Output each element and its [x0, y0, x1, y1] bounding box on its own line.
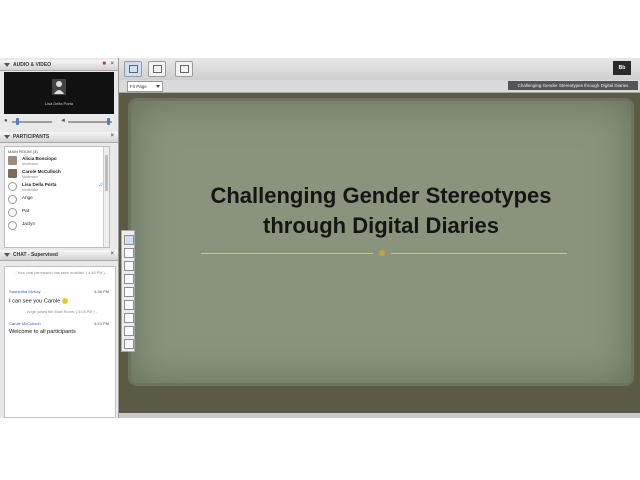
chat-transcript: - Your chat permission has been enabled.…	[4, 266, 116, 418]
collapse-icon[interactable]	[4, 63, 10, 67]
participant-name: Lisa Della Porta	[22, 182, 57, 187]
close-icon[interactable]: ×	[110, 251, 114, 257]
participant-name: Pat	[22, 208, 29, 213]
slide-title: Challenging Gender Stereotypes through D…	[131, 181, 631, 241]
participant-row[interactable]: Carole McCulloch Moderator	[5, 168, 109, 180]
divider-left	[201, 253, 373, 254]
line-tool-icon[interactable]	[124, 326, 134, 336]
scroll-thumb[interactable]	[105, 155, 108, 191]
top-toolbar: ⎊ Bb	[119, 58, 640, 81]
avatar	[8, 221, 17, 230]
ornament-dot	[379, 250, 385, 256]
microphone-icon[interactable]: ●	[4, 118, 8, 124]
chat-time: 4:38 PM	[94, 289, 109, 294]
left-sidebar: AUDIO & VIDEO ■ × Lisa Della Porta ● ◄ P…	[0, 58, 119, 418]
participant-row[interactable]: Alicia Bonciopo Moderator	[5, 155, 109, 167]
participant-role: Moderator	[22, 162, 38, 166]
selection-tool-icon[interactable]	[124, 235, 134, 245]
app-share-tab[interactable]	[148, 61, 166, 77]
participants-title: PARTICIPANTS	[13, 134, 50, 140]
speaker-icon[interactable]: ◄	[60, 118, 66, 124]
collaborate-app: AUDIO & VIDEO ■ × Lisa Della Porta ● ◄ P…	[0, 58, 640, 418]
stage-footer	[119, 413, 640, 418]
chat-sender: Carole McCulloch	[9, 321, 41, 326]
participant-row[interactable]: Lisa Della Porta Moderator ♫	[5, 181, 109, 193]
audio-video-title: AUDIO & VIDEO	[13, 62, 52, 68]
audio-video-header[interactable]: AUDIO & VIDEO ■ ×	[0, 60, 118, 71]
rectangle-tool-icon[interactable]	[124, 300, 134, 310]
divider-right	[391, 253, 567, 254]
participant-role: Moderator	[22, 188, 38, 192]
close-icon[interactable]: ×	[110, 61, 114, 67]
participant-name: Jaclyn	[22, 221, 36, 226]
participants-list: MAIN ROOM (3) Alicia Bonciopo Moderator …	[4, 146, 110, 248]
close-icon[interactable]: ×	[110, 133, 114, 139]
system-message: - Your chat permission has been enabled.…	[14, 271, 108, 275]
avatar	[8, 182, 17, 191]
chevron-down-icon	[156, 85, 160, 88]
slide-title-line1: Challenging Gender Stereotypes	[210, 183, 552, 208]
participant-row[interactable]: Jaclyn	[5, 220, 109, 232]
shapes-tool-icon[interactable]	[124, 287, 134, 297]
participant-row[interactable]: Pat	[5, 207, 109, 219]
avatar	[8, 156, 17, 165]
eraser-tool-icon[interactable]	[124, 339, 134, 349]
collapse-icon[interactable]	[4, 253, 10, 257]
participant-name: Alicia Bonciopo	[22, 156, 57, 161]
participant-name: Carole McCulloch	[22, 169, 61, 174]
speaker-volume-slider[interactable]	[68, 121, 112, 123]
fit-page-dropdown[interactable]: Fit Page	[127, 81, 163, 92]
presentation-slide: Challenging Gender Stereotypes through D…	[131, 101, 631, 383]
chat-time: 4:43 PM	[94, 321, 109, 326]
volume-controls: ● ◄	[4, 118, 114, 126]
chat-header[interactable]: CHAT - Supervised ×	[0, 250, 118, 261]
mic-volume-knob[interactable]	[16, 118, 19, 125]
pencil-tool-icon[interactable]	[124, 261, 134, 271]
participants-header[interactable]: PARTICIPANTS ×	[0, 132, 118, 143]
clipart-tool-icon[interactable]	[124, 313, 134, 323]
presenter-name: Lisa Della Porta	[44, 101, 74, 106]
web-tour-tab[interactable]	[175, 61, 193, 77]
fit-page-label: Fit Page	[130, 84, 147, 89]
document-name: Challenging Gender Stereotypes through D…	[508, 81, 638, 90]
room-label: MAIN ROOM (3)	[8, 149, 38, 154]
participant-name: Ange	[22, 195, 33, 200]
text-tool-icon[interactable]	[124, 274, 134, 284]
person-icon	[52, 79, 66, 95]
whiteboard-tab[interactable]	[124, 61, 142, 77]
drawing-tools	[121, 230, 135, 352]
smiley-icon	[62, 298, 69, 304]
avatar	[8, 208, 17, 217]
options-icon[interactable]: ■	[102, 61, 106, 67]
participant-role: Moderator	[22, 175, 38, 179]
zoom-tool-icon[interactable]	[124, 248, 134, 258]
whiteboard-icon	[129, 65, 138, 73]
app-share-icon	[153, 65, 162, 73]
participants-scrollbar[interactable]	[103, 147, 109, 247]
video-preview: Lisa Della Porta	[4, 72, 114, 114]
chat-sender: Samantha McKay	[9, 289, 41, 294]
avatar	[8, 195, 17, 204]
chat-message-text: Welcome to all participants	[9, 329, 76, 335]
web-tour-icon	[180, 65, 189, 73]
chat-message: I can see you Carole	[9, 298, 69, 305]
blackboard-logo: Bb	[613, 61, 631, 75]
speaker-volume-knob[interactable]	[107, 118, 110, 125]
slide-title-line2: through Digital Diaries	[263, 213, 499, 238]
whiteboard-stage: Challenging Gender Stereotypes through D…	[119, 93, 640, 418]
chat-message-text: I can see you Carole	[9, 298, 61, 305]
participant-row[interactable]: Ange	[5, 194, 109, 206]
collapse-icon[interactable]	[4, 135, 10, 139]
system-message: - Ange joined the Main Room. ( 5:09 PM )…	[24, 310, 98, 314]
chat-title: CHAT - Supervised	[13, 252, 58, 258]
avatar	[8, 169, 17, 178]
